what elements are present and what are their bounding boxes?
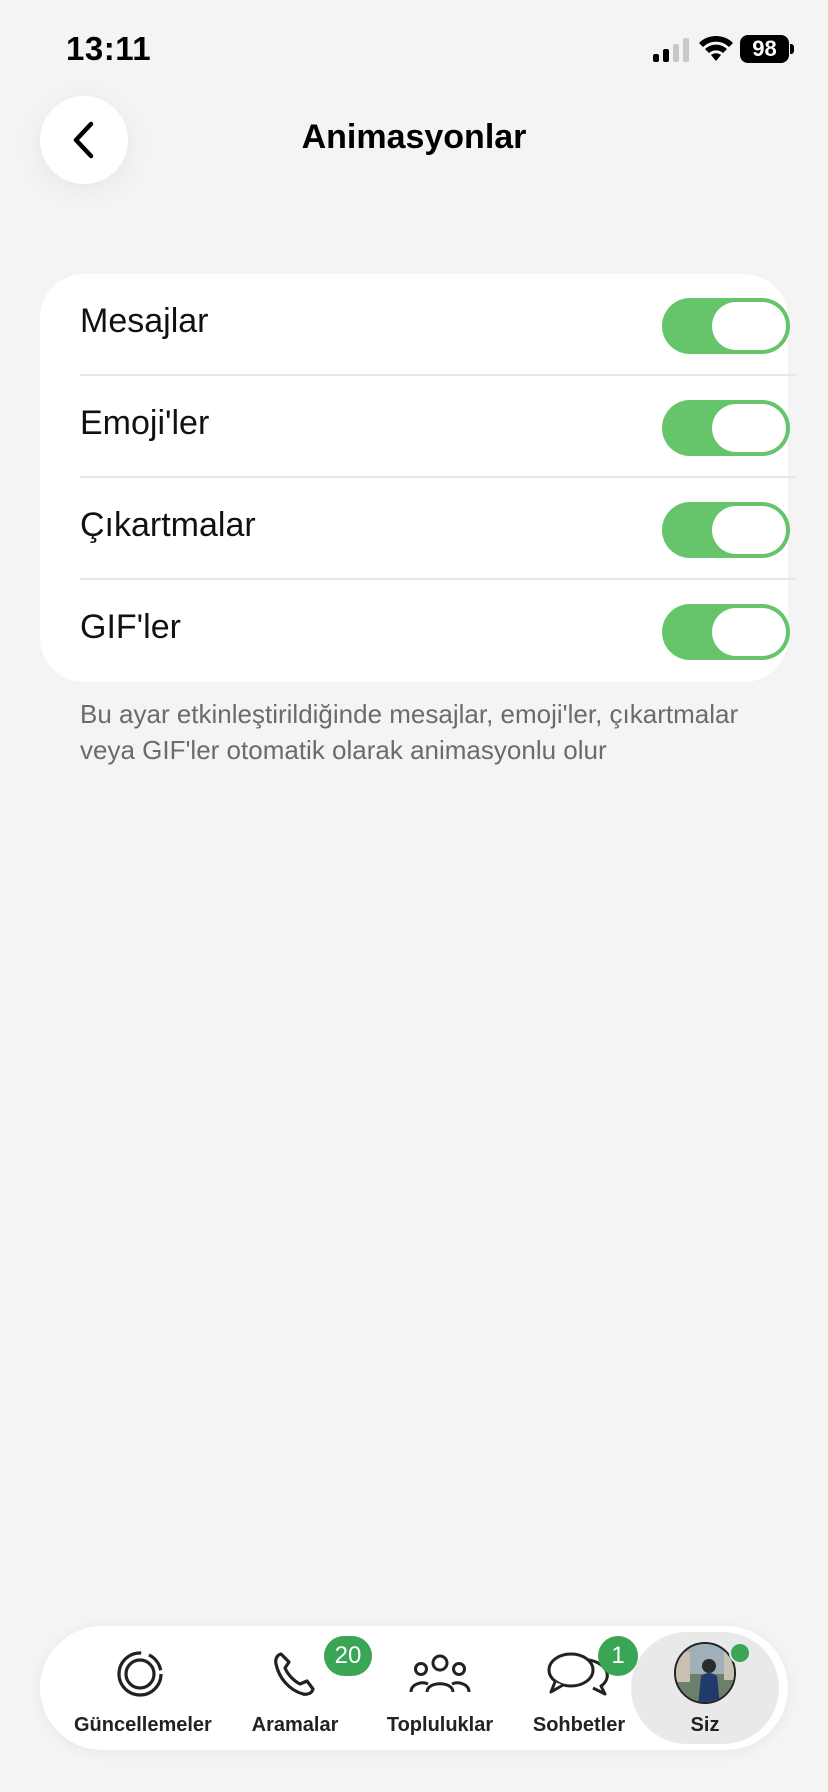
animation-settings-card: Mesajlar Emoji'ler Çıkartmalar GIF'ler [40, 274, 796, 682]
tab-bar: Güncellemeler Aramalar 20 Topluluklar So… [40, 1626, 788, 1750]
tab-communities[interactable]: Topluluklar [380, 1626, 500, 1750]
settings-footnote: Bu ayar etkinleştirildiğinde mesajlar, e… [80, 699, 739, 765]
online-status-dot [729, 1642, 751, 1664]
calls-badge: 20 [324, 1636, 372, 1676]
setting-label: Emoji'ler [80, 404, 210, 442]
messages-toggle[interactable] [662, 298, 790, 354]
tab-label: Siz [690, 1714, 720, 1736]
communities-icon [409, 1654, 471, 1693]
battery-level: 98 [752, 36, 777, 61]
phone-icon [274, 1652, 315, 1696]
tab-label: Topluluklar [386, 1714, 494, 1736]
page-title: Animasyonlar [301, 118, 527, 156]
status-updates-icon [117, 1651, 163, 1697]
emojis-toggle[interactable] [662, 400, 790, 456]
tab-label: Aramalar [251, 1714, 339, 1736]
status-bar: 13:11 98 [0, 0, 828, 100]
tab-label: Güncellemeler [74, 1714, 212, 1736]
cellular-signal-icon [653, 38, 689, 62]
tab-updates[interactable]: Güncellemeler [74, 1626, 212, 1750]
setting-label: Mesajlar [80, 302, 209, 340]
setting-label: GIF'ler [80, 608, 181, 646]
gifs-toggle[interactable] [662, 604, 790, 660]
wifi-icon [699, 35, 733, 61]
status-time: 13:11 [66, 30, 152, 67]
setting-row-emojis[interactable]: Emoji'ler [80, 376, 796, 478]
setting-row-stickers[interactable]: Çıkartmalar [80, 478, 796, 580]
battery-indicator: 98 [740, 35, 794, 63]
avatar [674, 1642, 736, 1704]
setting-row-gifs[interactable]: GIF'ler [80, 580, 796, 682]
setting-label: Çıkartmalar [80, 506, 256, 544]
tab-you[interactable]: Siz [631, 1626, 779, 1750]
tab-label: Sohbetler [532, 1714, 626, 1736]
setting-row-messages[interactable]: Mesajlar [80, 274, 796, 376]
avatar-image [676, 1644, 734, 1702]
stickers-toggle[interactable] [662, 502, 790, 558]
